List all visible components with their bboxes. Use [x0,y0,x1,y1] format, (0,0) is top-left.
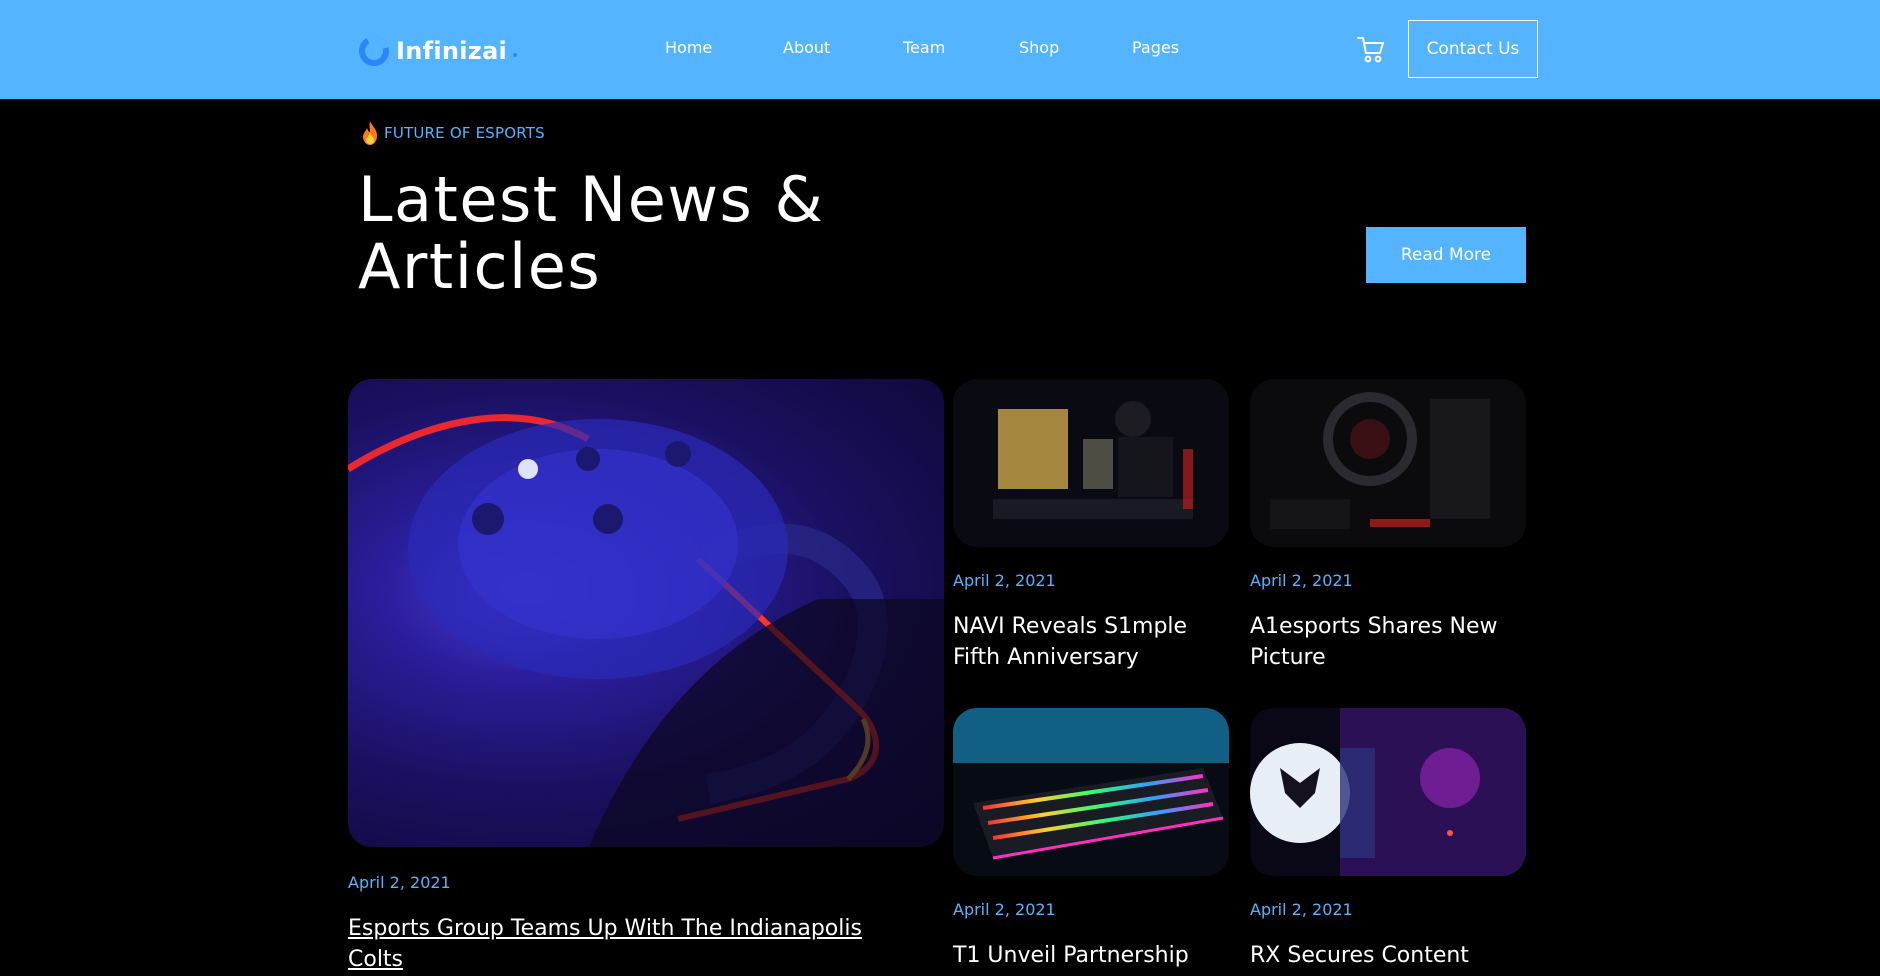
keyboard-image [953,708,1229,860]
article-image-a1esports[interactable] [1250,379,1526,547]
page-title-line1: Latest News & [358,163,825,236]
featured-article-image[interactable] [348,379,944,847]
article-title-rx[interactable]: RX Secures Content [1250,940,1540,971]
fire-icon [363,121,377,145]
article-title-navi[interactable]: NAVI Reveals S1mple Fifth Anniversary [953,611,1233,673]
article-title-a1esports[interactable]: A1esports Shares New Picture [1250,611,1540,673]
page-title-line2: Articles [358,230,602,303]
cart-icon[interactable] [1355,33,1387,65]
article-title-line2: Fifth Anniversary [953,645,1139,670]
article-date: April 2, 2021 [1250,900,1353,919]
featured-title-line2: Colts [348,947,404,972]
gamer-desk-image [993,401,1193,519]
article-title-t1[interactable]: T1 Unveil Partnership [953,940,1233,971]
pc-case-image [1270,392,1490,529]
article-image-t1[interactable] [953,708,1229,876]
article-title-line1: RX Secures Content [1250,943,1469,968]
article-title-line1: NAVI Reveals S1mple [953,614,1188,639]
controller-image [348,414,944,847]
contact-us-button[interactable]: Contact Us [1408,20,1538,78]
site-header: Infinizai Home About Team Shop Pages Con… [0,0,1880,99]
article-date: April 2, 2021 [953,571,1056,590]
article-title-line2: Picture [1250,645,1326,670]
logo-ring-icon [359,36,389,66]
logo-dot [513,53,518,57]
article-title-line1: A1esports Shares New [1250,614,1498,639]
logo-text: Infinizai [396,37,508,65]
article-image-navi[interactable] [953,379,1229,547]
section-eyebrow: FUTURE OF ESPORTS [360,120,545,146]
page-title: Latest News & Articles [358,166,978,300]
logo[interactable]: Infinizai [358,34,518,68]
article-date: April 2, 2021 [1250,571,1353,590]
article-image-rx[interactable] [1250,708,1526,876]
read-more-button[interactable]: Read More [1366,227,1526,283]
eyebrow-text: FUTURE OF ESPORTS [384,124,545,142]
featured-title-line1: Esports Group Teams Up With The Indianap… [348,916,862,941]
headset-image [1250,708,1526,876]
nav-about[interactable]: About [783,38,830,57]
article-title-line1: T1 Unveil Partnership [953,943,1189,968]
featured-article-title[interactable]: Esports Group Teams Up With The Indianap… [348,913,948,975]
nav-team[interactable]: Team [903,38,945,57]
article-date: April 2, 2021 [953,900,1056,919]
nav-pages[interactable]: Pages [1132,38,1179,57]
nav-shop[interactable]: Shop [1019,38,1059,57]
article-date: April 2, 2021 [348,873,451,892]
nav-home[interactable]: Home [665,38,712,57]
